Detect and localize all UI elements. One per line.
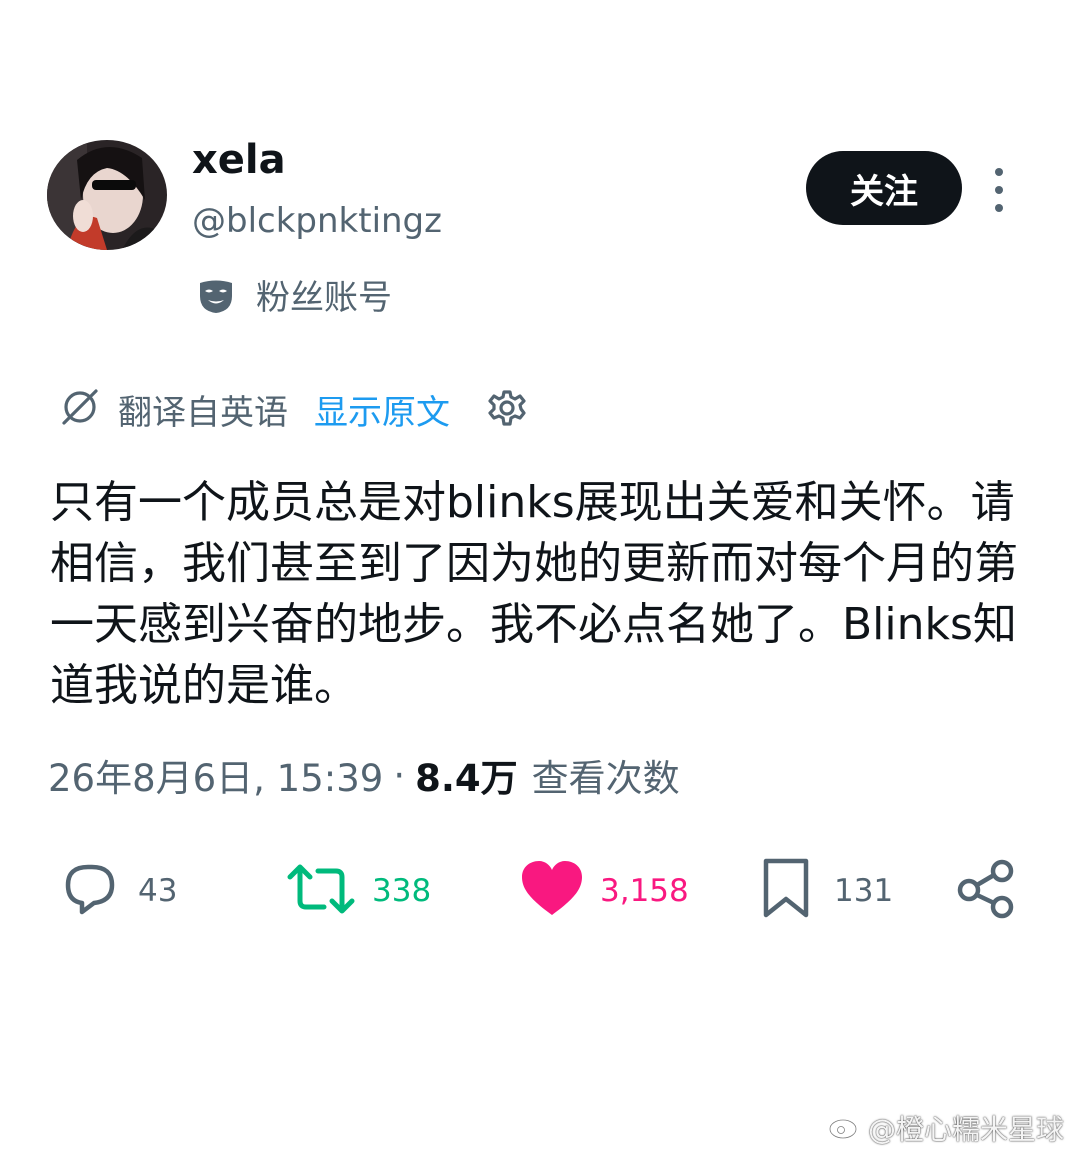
reply-icon (58, 857, 122, 925)
weibo-icon (828, 1110, 868, 1147)
gear-icon[interactable] (486, 388, 528, 430)
timestamp[interactable]: 26年8月6日, 15:39 (48, 748, 383, 802)
user-handle[interactable]: @blckpnktingz (192, 197, 442, 245)
meta-separator: · (393, 753, 406, 797)
tweet-meta: 26年8月6日, 15:39 · 8.4万 查看次数 (48, 747, 680, 803)
retweet-button[interactable]: 338 (286, 858, 431, 924)
avatar[interactable] (47, 140, 167, 250)
show-original-link[interactable]: 显示原文 (314, 385, 450, 434)
more-dot (995, 168, 1003, 176)
reply-count: 43 (138, 873, 178, 909)
like-count: 3,158 (600, 873, 689, 909)
watermark-text: @橙心糯米星球 (868, 1113, 1065, 1146)
bookmark-button[interactable]: 131 (760, 858, 893, 924)
heart-icon (520, 859, 584, 923)
more-dot (995, 186, 1003, 194)
fan-account-badge: 粉丝账号 (196, 272, 392, 324)
translation-bar: 翻译自英语 显示原文 (60, 383, 528, 435)
like-button[interactable]: 3,158 (520, 858, 689, 924)
share-icon (954, 857, 1018, 925)
retweet-icon (286, 857, 356, 925)
bookmark-icon (760, 857, 812, 925)
retweet-count: 338 (372, 873, 432, 909)
watermark: @橙心糯米星球 (828, 1108, 1064, 1148)
translated-from-label: 翻译自英语 (118, 392, 288, 433)
more-options-button[interactable] (984, 168, 1014, 212)
more-dot (995, 204, 1003, 212)
views-count: 8.4万 (415, 757, 518, 800)
mask-icon (196, 276, 236, 320)
translate-icon (60, 387, 100, 431)
bookmark-count: 131 (834, 873, 894, 909)
share-button[interactable] (954, 858, 1018, 924)
display-name[interactable]: xela (192, 134, 286, 186)
badge-label: 粉丝账号 (256, 278, 392, 318)
views-label: 查看次数 (531, 757, 680, 800)
reply-button[interactable]: 43 (58, 858, 177, 924)
follow-button[interactable]: 关注 (806, 151, 962, 225)
tweet-text: 只有一个成员总是对blinks展现出关爱和关怀。请相信，我们甚至到了因为她的更新… (50, 477, 1018, 711)
